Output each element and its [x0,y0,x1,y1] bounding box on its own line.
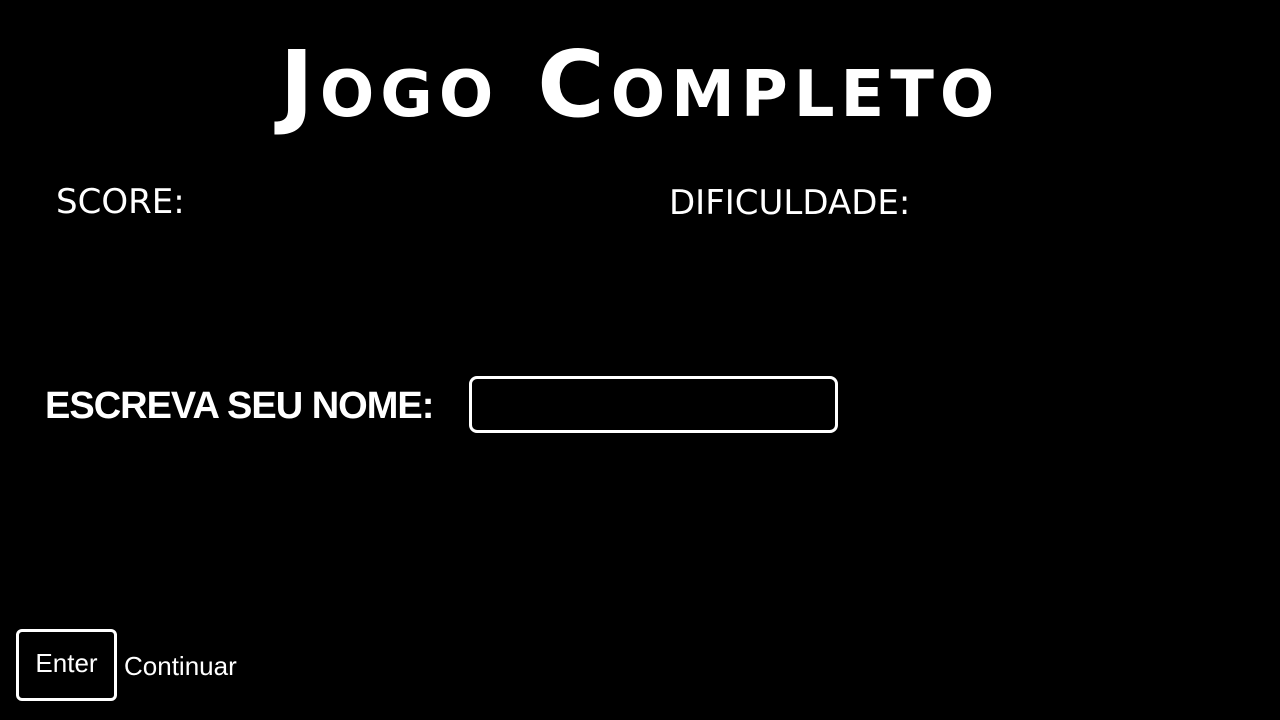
name-input[interactable] [469,376,838,433]
difficulty-label: DIFICULDADE: [669,183,911,223]
enter-key-label: Enter [35,648,98,678]
name-field-label: ESCREVA SEU NOME: [45,385,434,427]
game-complete-screen: Jogo Completo SCORE: DIFICULDADE: ESCREV… [0,0,1280,720]
score-label: SCORE: [56,182,185,222]
enter-key-button[interactable]: Enter [16,629,117,701]
page-title: Jogo Completo [279,31,1001,138]
continue-label: Continuar [124,651,237,681]
